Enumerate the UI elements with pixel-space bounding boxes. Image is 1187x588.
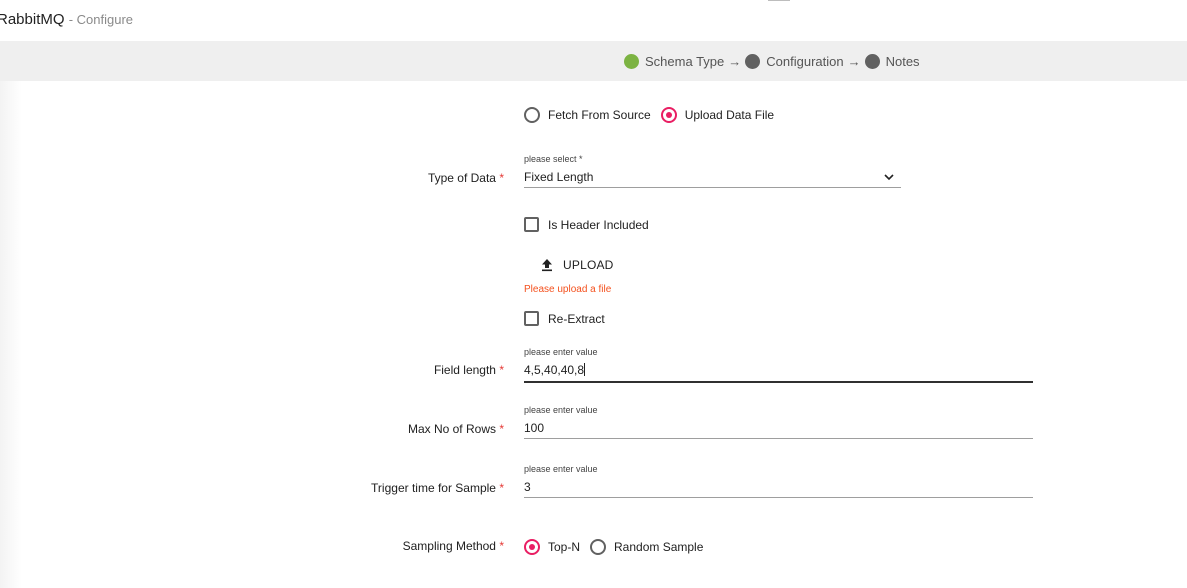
required-mark: * [499, 539, 504, 553]
max-rows-input[interactable]: please enter value 100 [524, 405, 1033, 439]
required-mark: * [499, 422, 504, 436]
required-mark: * [499, 363, 504, 377]
step-pending-icon [745, 53, 761, 69]
re-extract-label[interactable]: Re-Extract [548, 312, 605, 326]
page-title: RabbitMQ - Configure [0, 11, 133, 28]
step-pending-icon [864, 53, 880, 69]
upload-icon [542, 259, 552, 272]
type-of-data-value: Fixed Length [524, 170, 594, 184]
field-length-label-text: Field length [433, 363, 496, 377]
random-sample-label[interactable]: Random Sample [614, 540, 703, 554]
fetch-from-source-radio[interactable] [524, 107, 540, 123]
trigger-time-label: Trigger time for Sample * [371, 481, 504, 495]
trigger-time-hint: please enter value [524, 464, 598, 474]
step-arrow-icon: → [847, 53, 861, 69]
source-mode-group: Fetch From Source Upload Data File [524, 107, 784, 123]
type-of-data-hint: please select * [524, 154, 583, 164]
header-divider-mark [768, 0, 790, 1]
step-arrow-icon: → [728, 53, 742, 69]
re-extract-row: Re-Extract [524, 311, 605, 326]
upload-button[interactable]: UPLOAD [540, 258, 614, 272]
field-length-value-wrap: 4,5,40,40,8 [524, 363, 586, 377]
type-of-data-select[interactable]: please select * Fixed Length [524, 154, 901, 188]
chevron-down-icon [884, 174, 894, 181]
random-sample-radio[interactable] [590, 539, 607, 555]
trigger-time-value: 3 [524, 480, 531, 494]
upload-data-file-radio[interactable] [660, 107, 677, 123]
wizard-stepper: Schema Type → Configuration → Notes [0, 41, 1187, 81]
step-notes[interactable]: Notes [886, 54, 920, 69]
field-length-label: Field length * [434, 363, 504, 377]
fetch-from-source-label[interactable]: Fetch From Source [548, 108, 651, 122]
max-rows-value: 100 [524, 421, 545, 435]
upload-data-file-label[interactable]: Upload Data File [685, 108, 774, 122]
field-underline [524, 187, 901, 188]
field-underline [524, 438, 1033, 439]
field-length-input[interactable]: please enter value 4,5,40,40,8 [524, 347, 1033, 383]
sampling-method-label: Sampling Method * [403, 539, 504, 553]
step-complete-icon [624, 53, 639, 69]
sampling-method-group: Top-N Random Sample [524, 539, 713, 555]
required-mark: * [499, 481, 504, 495]
header-included-label[interactable]: Is Header Included [548, 218, 649, 232]
upload-error-message: Please upload a file [524, 284, 612, 295]
app-name: RabbitMQ [0, 11, 65, 28]
sampling-method-label-text: Sampling Method [402, 539, 496, 553]
text-cursor [584, 363, 586, 376]
top-n-label[interactable]: Top-N [548, 540, 580, 554]
side-shadow [0, 81, 22, 588]
required-mark: * [499, 171, 504, 185]
field-underline [524, 497, 1033, 498]
header-included-checkbox[interactable] [524, 217, 539, 232]
field-length-hint: please enter value [524, 347, 598, 357]
trigger-time-input[interactable]: please enter value 3 [524, 464, 1033, 498]
field-length-value: 4,5,40,40,8 [524, 363, 585, 377]
page-subtitle: - Configure [68, 12, 134, 27]
field-underline [524, 381, 1033, 383]
type-of-data-label: Type of Data * [428, 171, 504, 185]
stepper-steps: Schema Type → Configuration → Notes [624, 41, 920, 81]
max-rows-label-text: Max No of Rows [407, 422, 496, 436]
max-rows-hint: please enter value [524, 405, 598, 415]
app-header: RabbitMQ - Configure [0, 0, 1187, 41]
step-schema-type[interactable]: Schema Type [645, 54, 724, 69]
step-configuration[interactable]: Configuration [766, 54, 843, 69]
max-rows-label: Max No of Rows * [408, 422, 504, 436]
re-extract-checkbox[interactable] [524, 311, 539, 326]
upload-button-label: UPLOAD [563, 258, 614, 272]
type-of-data-label-text: Type of Data [427, 171, 496, 185]
trigger-time-label-text: Trigger time for Sample [371, 481, 496, 495]
top-n-radio[interactable] [524, 539, 540, 555]
header-included-row: Is Header Included [524, 217, 649, 232]
